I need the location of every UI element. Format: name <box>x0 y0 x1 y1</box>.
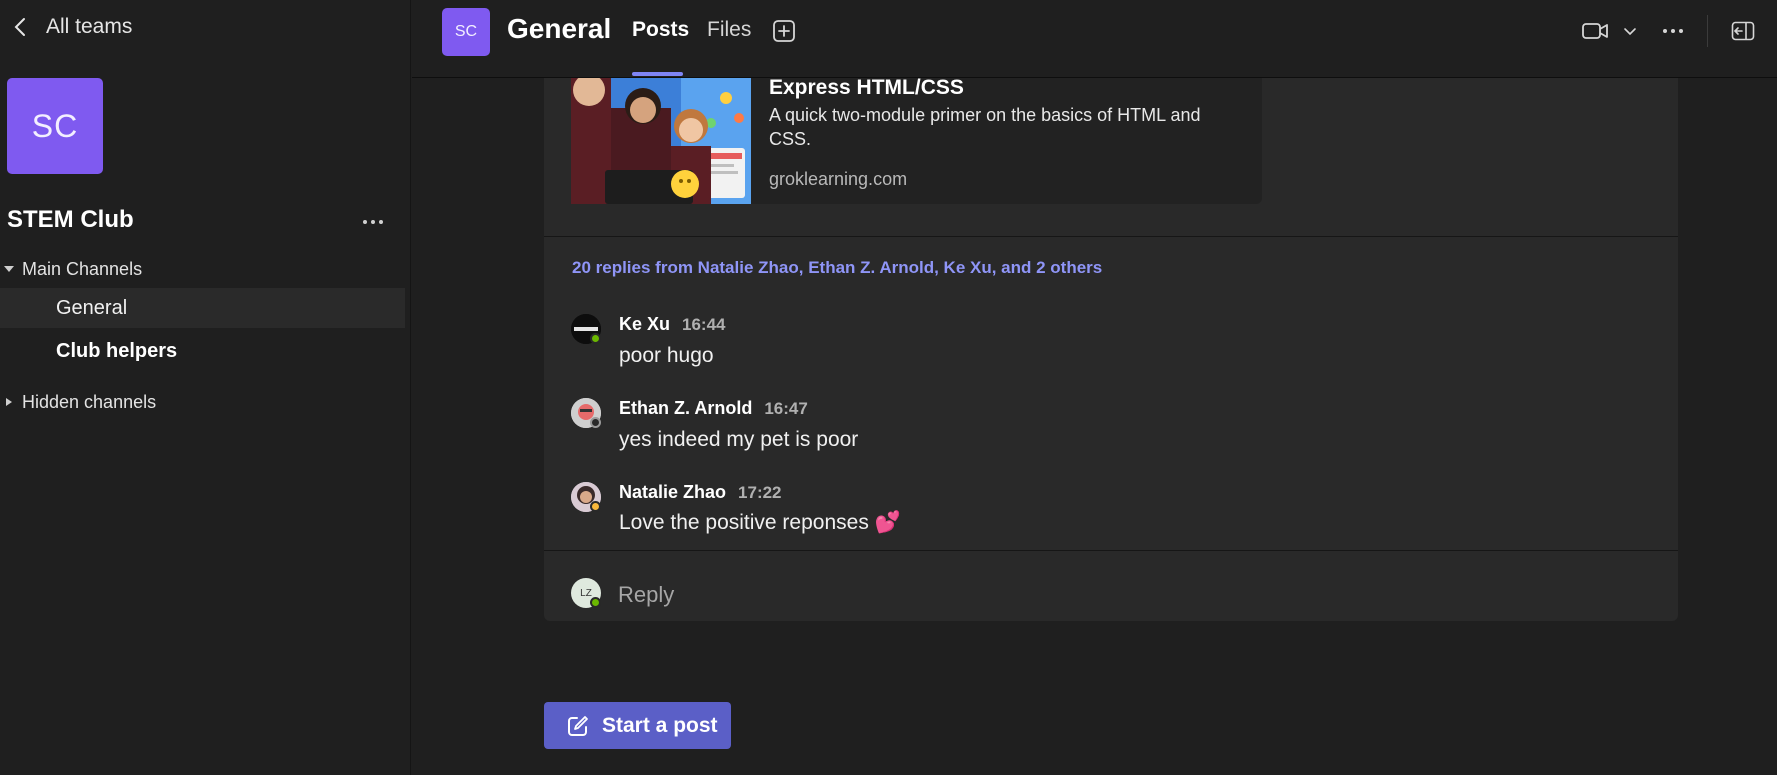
author-name[interactable]: Ethan Z. Arnold <box>619 398 752 419</box>
more-icon <box>363 220 383 224</box>
start-post-button[interactable]: Start a post <box>544 702 731 749</box>
caret-down-icon <box>4 266 14 272</box>
message-header: Ethan Z. Arnold 16:47 <box>619 398 808 419</box>
add-tab-button[interactable] <box>772 19 796 43</box>
channel-club-helpers[interactable]: Club helpers <box>0 331 405 371</box>
open-side-panel-button[interactable] <box>1728 17 1758 45</box>
link-preview-domain: groklearning.com <box>769 169 908 189</box>
group-hidden-channels[interactable]: Hidden channels <box>0 387 156 417</box>
presence-available-icon <box>590 597 601 608</box>
replies-summary-link[interactable]: 20 replies from Natalie Zhao, Ethan Z. A… <box>572 258 1102 278</box>
channel-header <box>412 0 1777 78</box>
compose-icon <box>568 715 588 736</box>
link-preview-thumbnail <box>571 78 751 204</box>
presence-offline-icon <box>590 417 601 428</box>
team-avatar[interactable]: SC <box>7 78 103 174</box>
presence-available-icon <box>590 333 601 344</box>
caret-right-icon <box>6 398 12 406</box>
message-header: Natalie Zhao 17:22 <box>619 482 782 503</box>
divider <box>544 550 1678 551</box>
message-text: poor hugo <box>619 344 714 367</box>
message-header: Ke Xu 16:44 <box>619 314 726 335</box>
start-post-label: Start a post <box>602 713 718 737</box>
meeting-options-dropdown[interactable] <box>1620 17 1640 45</box>
channel-title: General <box>507 13 612 44</box>
channel-more-options-button[interactable] <box>1658 17 1688 45</box>
author-name[interactable]: Natalie Zhao <box>619 482 726 503</box>
group-main-channels[interactable]: Main Channels <box>0 254 142 284</box>
team-more-options-button[interactable] <box>358 210 388 234</box>
link-preview-description: A quick two-module primer on the basics … <box>769 105 1201 149</box>
active-tab-indicator <box>632 72 683 76</box>
reply-input[interactable]: Reply <box>618 580 1658 610</box>
timestamp: 16:44 <box>682 315 726 334</box>
chevron-down-icon <box>1624 28 1636 36</box>
video-call-icon <box>1582 23 1608 39</box>
channel-label: Club helpers <box>56 339 178 362</box>
add-tab-icon <box>773 20 795 42</box>
group-label: Main Channels <box>22 258 143 279</box>
timestamp: 17:22 <box>738 483 782 502</box>
tab-files[interactable]: Files <box>707 18 751 42</box>
header-divider <box>1707 15 1708 47</box>
all-teams-label: All teams <box>46 15 133 38</box>
author-name[interactable]: Ke Xu <box>619 314 670 335</box>
channel-avatar: SC <box>442 8 490 56</box>
channel-general[interactable]: General <box>0 288 405 328</box>
all-teams-back-button[interactable]: All teams <box>14 10 132 44</box>
team-name: STEM Club <box>7 206 134 233</box>
group-label: Hidden channels <box>22 391 157 412</box>
chevron-left-icon <box>14 18 25 36</box>
message-text: yes indeed my pet is poor <box>619 428 859 451</box>
channel-label: General <box>56 296 128 319</box>
open-side-panel-icon <box>1731 21 1755 41</box>
more-icon <box>1663 29 1683 33</box>
presence-away-icon <box>590 501 601 512</box>
video-call-button[interactable] <box>1580 17 1610 45</box>
tab-posts[interactable]: Posts <box>632 18 689 42</box>
link-preview-title[interactable]: Express HTML/CSS <box>769 76 964 100</box>
timestamp: 16:47 <box>764 399 808 418</box>
message-text: Love the positive reponses 💕 <box>619 511 901 534</box>
divider <box>544 236 1678 237</box>
